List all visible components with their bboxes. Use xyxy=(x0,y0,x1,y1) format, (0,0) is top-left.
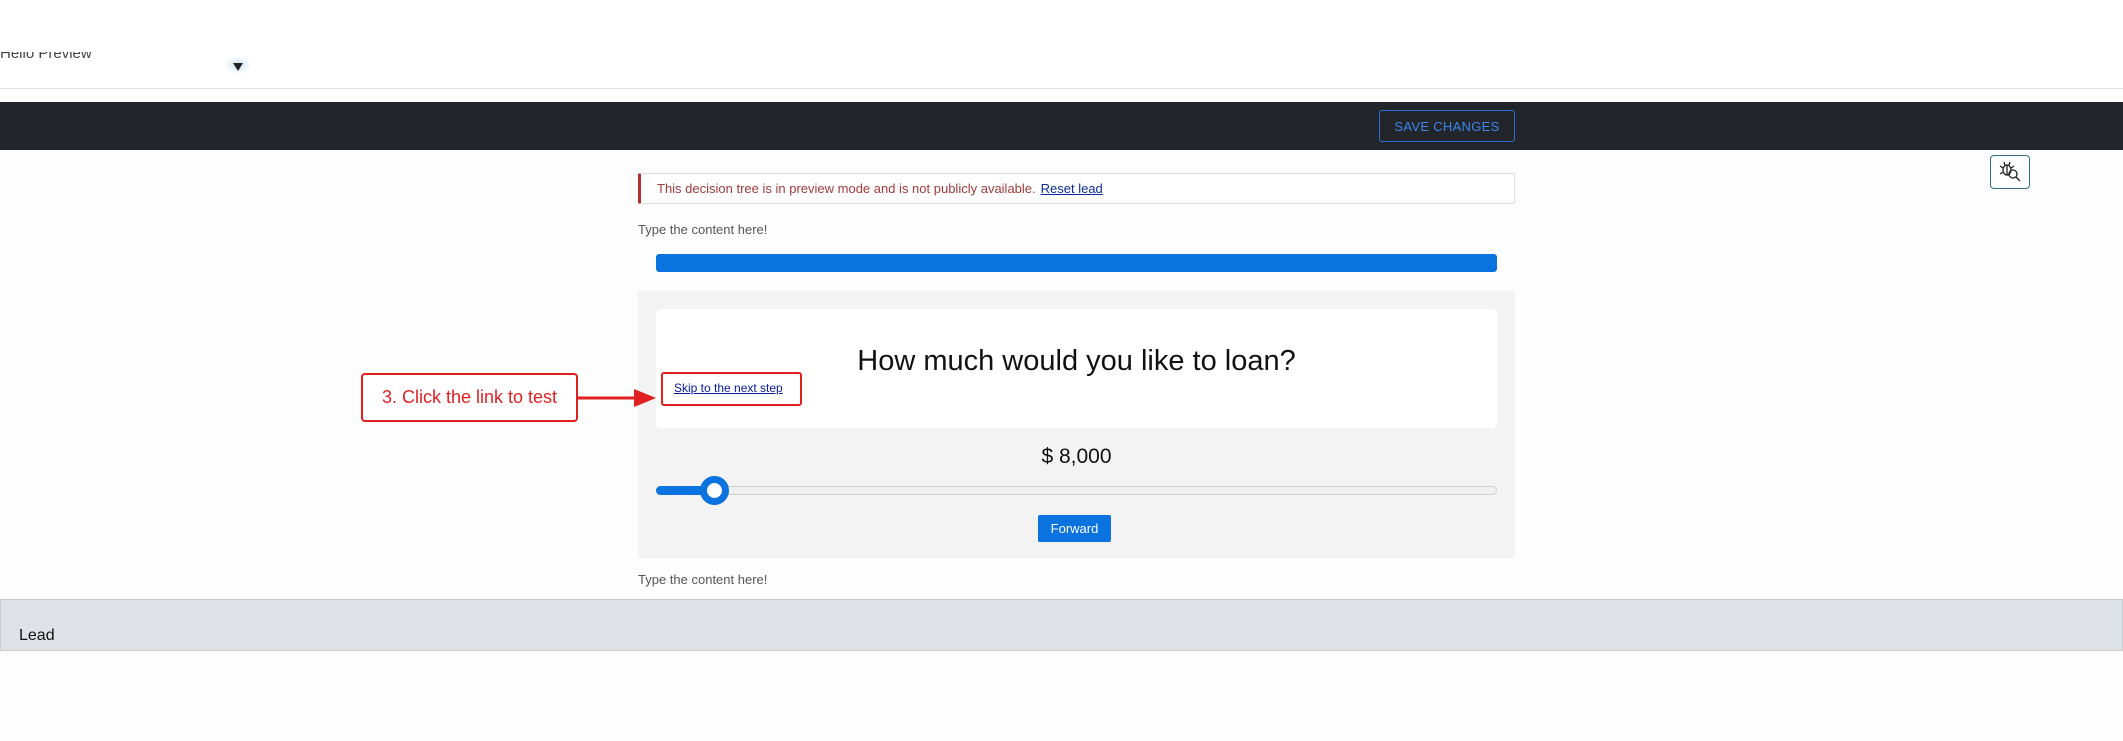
content-placeholder-bottom[interactable]: Type the content here! xyxy=(638,572,767,587)
annotation-callout: 3. Click the link to test xyxy=(361,373,578,422)
content-placeholder-top[interactable]: Type the content here! xyxy=(638,222,767,237)
arrow-right-icon xyxy=(578,389,656,407)
top-bar: Hello Preview xyxy=(0,0,2123,89)
loan-amount-display: $ 8,000 xyxy=(1041,445,1112,468)
preview-alert-message: This decision tree is in preview mode an… xyxy=(657,181,1036,196)
progress-bar xyxy=(656,254,1497,272)
lead-panel: Lead xyxy=(0,599,2123,651)
save-changes-button[interactable]: SAVE CHANGES xyxy=(1379,110,1515,142)
loan-slider-track[interactable] xyxy=(656,486,1497,495)
annotation-highlight-box xyxy=(661,372,802,406)
editor-toolbar: SAVE CHANGES xyxy=(0,102,2123,150)
bug-search-icon[interactable] xyxy=(1990,155,2030,189)
reset-lead-link[interactable]: Reset lead xyxy=(1041,181,1103,196)
preview-alert: This decision tree is in preview mode an… xyxy=(638,173,1515,204)
question-panel: How much would you like to loan? Skip to… xyxy=(638,291,1515,558)
lead-heading: Lead xyxy=(19,627,55,644)
progress-fill xyxy=(656,254,1497,272)
forward-button[interactable]: Forward xyxy=(1038,515,1111,542)
chevron-down-icon[interactable] xyxy=(233,63,243,71)
bug-search-glyph xyxy=(1999,161,2021,182)
header-label[interactable]: Hello Preview xyxy=(0,52,92,62)
question-card: How much would you like to loan? Skip to… xyxy=(656,309,1497,428)
loan-slider-handle[interactable] xyxy=(699,476,729,505)
